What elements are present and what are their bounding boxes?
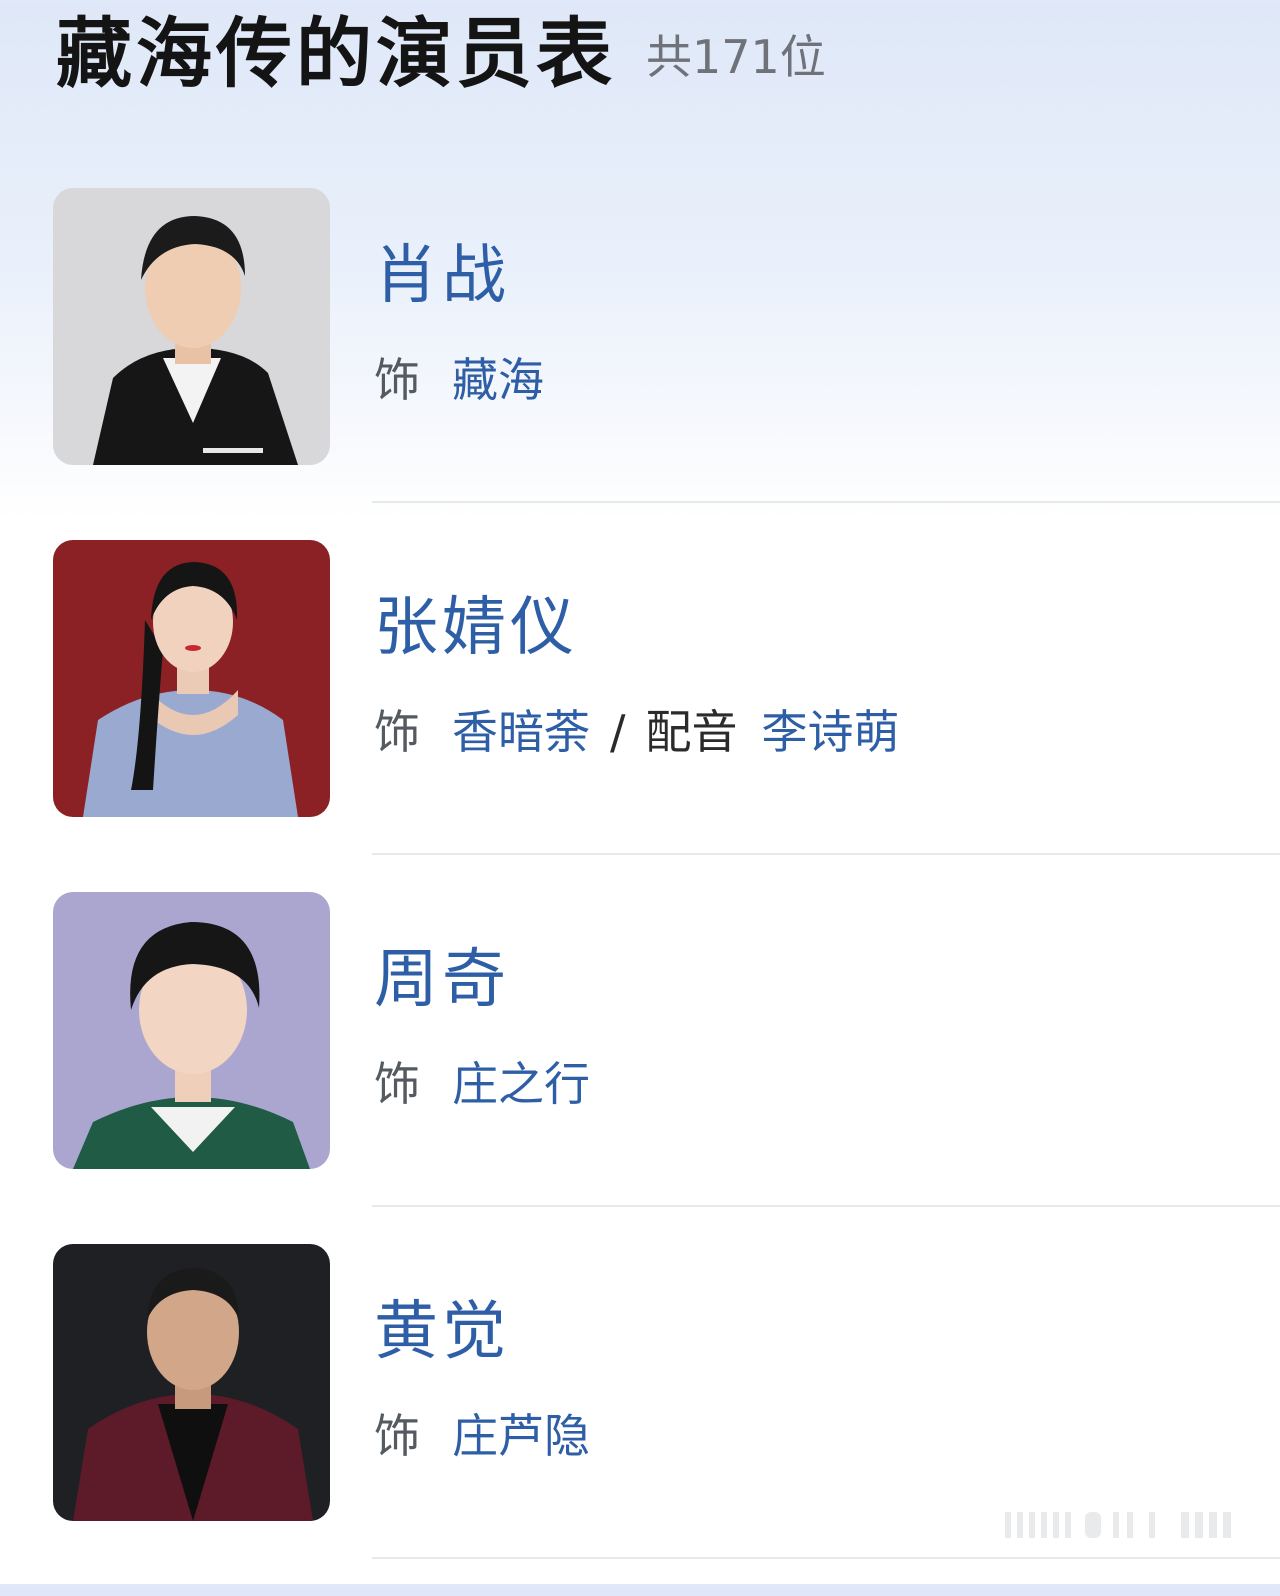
actor-portrait-image — [53, 1244, 330, 1521]
actor-portrait-image — [53, 892, 330, 1169]
actor-photo[interactable] — [53, 540, 330, 817]
role-line: 饰藏海 — [374, 350, 544, 410]
page-title: 藏海传的演员表 — [56, 9, 616, 98]
role-prefix: 饰 — [374, 1409, 420, 1463]
actor-name[interactable]: 张婧仪 — [374, 588, 578, 668]
actor-portrait-image — [53, 188, 330, 465]
role-prefix: 饰 — [374, 1057, 420, 1111]
divider — [372, 1205, 1280, 1207]
actor-name[interactable]: 肖战 — [374, 236, 510, 316]
actor-photo[interactable] — [53, 892, 330, 1169]
role-name[interactable]: 香暗荼 — [452, 705, 590, 759]
role-name[interactable]: 藏海 — [452, 353, 544, 407]
page-header: 藏海传的演员表 共171位 — [56, 0, 826, 96]
actor-photo[interactable] — [53, 1244, 330, 1521]
role-line: 饰庄之行 — [374, 1054, 590, 1114]
actor-name[interactable]: 黄觉 — [374, 1292, 510, 1372]
role-prefix: 饰 — [374, 353, 420, 407]
role-name[interactable]: 庄芦隐 — [452, 1409, 590, 1463]
watermark-logo — [1005, 1512, 1231, 1538]
role-line: 饰庄芦隐 — [374, 1406, 590, 1466]
cast-item[interactable]: 张婧仪 饰香暗荼 / 配音 李诗萌 — [0, 540, 1280, 892]
role-line: 饰香暗荼 / 配音 李诗萌 — [374, 702, 900, 762]
actor-photo[interactable] — [53, 188, 330, 465]
cast-item[interactable]: 肖战 饰藏海 — [0, 188, 1280, 540]
cast-item[interactable]: 周奇 饰庄之行 — [0, 892, 1280, 1244]
role-name[interactable]: 庄之行 — [452, 1057, 590, 1111]
role-separator: / — [610, 705, 626, 759]
dub-label: 配音 — [645, 705, 738, 759]
actor-name[interactable]: 周奇 — [374, 940, 510, 1020]
dub-actor-name[interactable]: 李诗萌 — [762, 705, 900, 759]
actor-portrait-image — [53, 540, 330, 817]
role-prefix: 饰 — [374, 705, 420, 759]
cast-item[interactable]: 黄觉 饰庄芦隐 — [0, 1244, 1280, 1596]
divider — [372, 501, 1280, 503]
divider — [372, 1557, 1280, 1559]
divider — [372, 853, 1280, 855]
cast-count: 共171位 — [646, 30, 826, 84]
